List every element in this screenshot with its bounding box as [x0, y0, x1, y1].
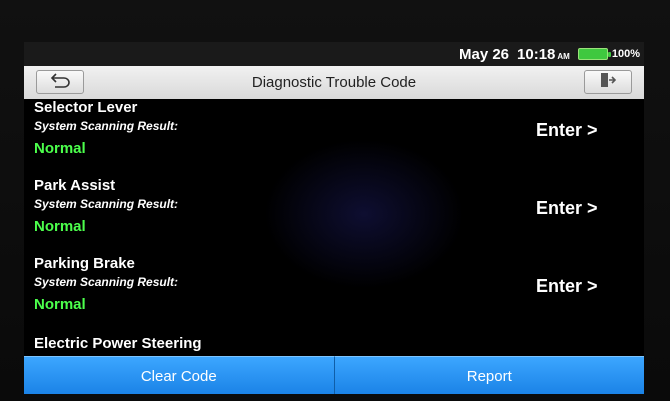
system-name-partial[interactable]: Electric Power Steering — [34, 335, 202, 352]
result-label: System Scanning Result: — [34, 275, 179, 289]
list-item: Parking Brake System Scanning Result: No… — [24, 255, 644, 333]
status-time-group: 10:18 AM — [517, 46, 570, 63]
status-bar: May 26 10:18 AM 100% — [24, 42, 644, 66]
battery-group: 100% — [577, 48, 640, 60]
enter-button[interactable]: Enter > — [536, 120, 598, 141]
system-name: Selector Lever — [34, 99, 138, 116]
list-item: Selector Lever System Scanning Result: N… — [24, 99, 644, 177]
list-item: Park Assist System Scanning Result: Norm… — [24, 177, 644, 255]
result-status: Normal — [34, 296, 86, 313]
status-ampm: AM — [557, 51, 570, 61]
system-name: Parking Brake — [34, 255, 135, 272]
battery-percent: 100% — [611, 48, 640, 60]
result-status: Normal — [34, 140, 86, 157]
result-label: System Scanning Result: — [34, 197, 179, 211]
system-name: Park Assist — [34, 177, 116, 194]
status-right: May 26 10:18 AM 100% — [459, 44, 640, 64]
enter-button[interactable]: Enter > — [536, 198, 598, 219]
title-bar: Diagnostic Trouble Code — [24, 66, 644, 99]
system-list: Selector Lever System Scanning Result: N… — [24, 99, 644, 355]
clear-code-button[interactable]: Clear Code — [24, 356, 335, 394]
result-status: Normal — [34, 218, 86, 235]
exit-button[interactable] — [584, 70, 632, 94]
bottom-action-bar: Clear Code Report — [24, 356, 644, 394]
report-button[interactable]: Report — [334, 356, 644, 394]
result-label: System Scanning Result: — [34, 119, 179, 133]
battery-icon — [577, 48, 611, 60]
page-title: Diagnostic Trouble Code — [251, 74, 417, 91]
status-date: May 26 — [458, 45, 510, 63]
enter-button[interactable]: Enter > — [536, 276, 598, 297]
device-screen: May 26 10:18 AM 100% Diagnostic Trouble … — [24, 42, 644, 394]
exit-door-icon — [599, 72, 617, 93]
status-time: 10:18 — [517, 45, 556, 63]
